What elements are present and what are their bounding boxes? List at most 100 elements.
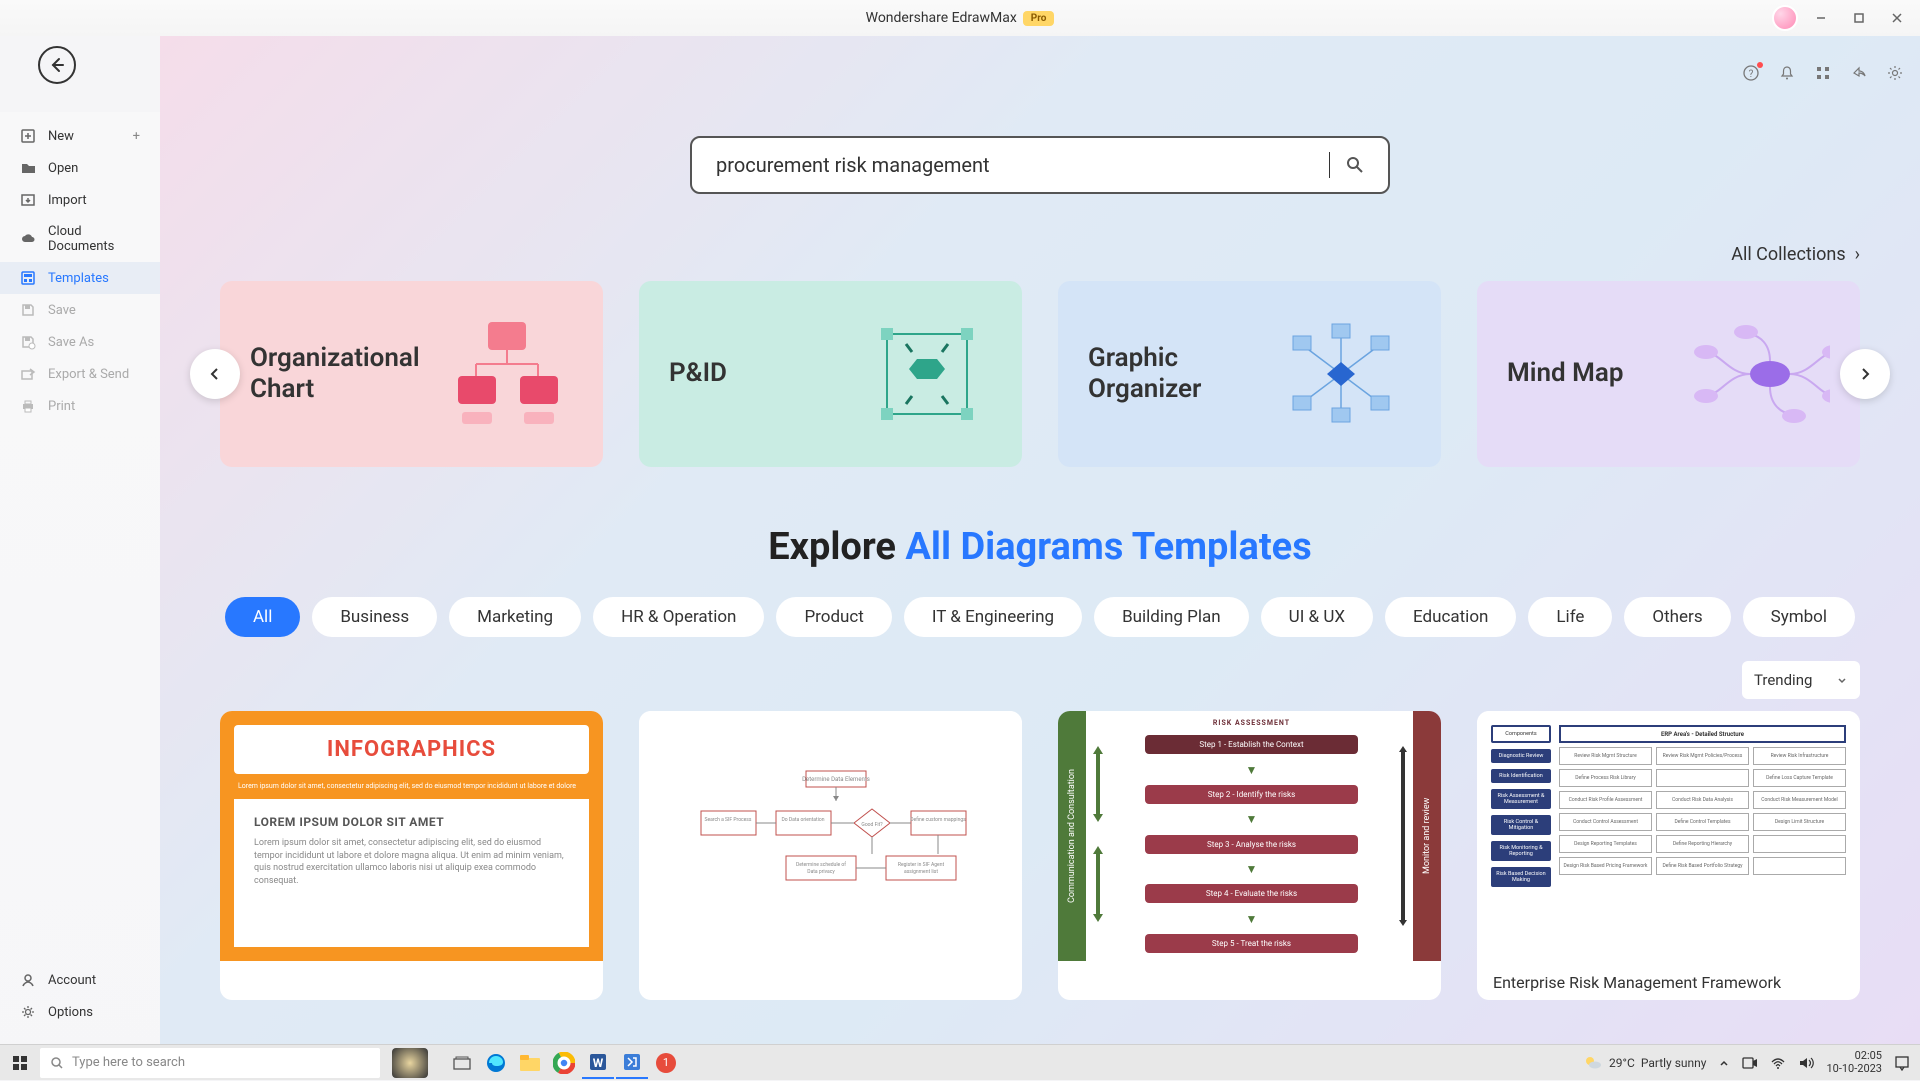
sidebar-item-label: Save <box>48 303 76 318</box>
template-title: Enterprise Risk Management Framework <box>1477 961 1860 1000</box>
category-illustration <box>852 309 992 439</box>
svg-text:Determine Data Elements: Determine Data Elements <box>802 776 870 783</box>
maximize-button[interactable] <box>1844 3 1874 33</box>
category-card-p-id[interactable]: P&ID <box>639 281 1022 467</box>
notification-dot <box>1757 62 1763 68</box>
sort-dropdown[interactable]: Trending <box>1742 661 1860 699</box>
chrome-icon[interactable] <box>548 1047 580 1079</box>
category-prev[interactable] <box>190 349 240 399</box>
sidebar-item-import[interactable]: Import <box>0 184 160 216</box>
avatar[interactable] <box>1772 5 1798 31</box>
sidebar-item-save-as: Save As <box>0 326 160 358</box>
template-icon <box>20 270 36 286</box>
category-next[interactable] <box>1840 349 1890 399</box>
sidebar-item-templates[interactable]: Templates <box>0 262 160 294</box>
plus-square-icon <box>20 128 36 144</box>
filter-chip-product[interactable]: Product <box>776 597 891 637</box>
category-title: Mind Map <box>1507 358 1690 389</box>
save-icon <box>20 302 36 318</box>
sidebar-item-label: Save As <box>48 335 94 350</box>
gear-icon <box>20 1004 36 1020</box>
svg-text:Define custom mappings: Define custom mappings <box>910 816 966 823</box>
filter-chip-hr-operation[interactable]: HR & Operation <box>593 597 764 637</box>
filter-chip-symbol[interactable]: Symbol <box>1743 597 1855 637</box>
filter-chip-others[interactable]: Others <box>1624 597 1730 637</box>
templates-grid: INFOGRAPHICS Lorem ipsum dolor sit amet,… <box>160 711 1920 1000</box>
filter-chip-ui-ux[interactable]: UI & UX <box>1261 597 1373 637</box>
filter-chip-business[interactable]: Business <box>312 597 437 637</box>
sidebar-item-label: Open <box>48 161 78 176</box>
text-cursor <box>1329 152 1330 178</box>
sidebar-item-print: Print <box>0 390 160 422</box>
wifi-icon[interactable] <box>1770 1056 1786 1070</box>
svg-text:Data privacy: Data privacy <box>807 869 835 875</box>
template-card[interactable]: ComponentsDiagnostic ReviewRisk Identifi… <box>1477 711 1860 1000</box>
share-icon[interactable] <box>1850 64 1868 82</box>
sidebar-item-label: New <box>48 129 74 144</box>
task-view-icon[interactable] <box>446 1047 478 1079</box>
sidebar-item-export-send: Export & Send <box>0 358 160 390</box>
filter-chip-life[interactable]: Life <box>1528 597 1612 637</box>
settings-icon[interactable] <box>1886 64 1904 82</box>
start-button[interactable] <box>0 1045 40 1081</box>
pro-badge: Pro <box>1023 11 1055 26</box>
edrawmax-icon[interactable] <box>616 1047 648 1079</box>
filter-chip-building-plan[interactable]: Building Plan <box>1094 597 1249 637</box>
filter-chip-education[interactable]: Education <box>1385 597 1516 637</box>
folder-icon <box>20 160 36 176</box>
clock[interactable]: 02:05 10-10-2023 <box>1826 1050 1882 1074</box>
category-card-organizational-chart[interactable]: OrganizationalChart <box>220 281 603 467</box>
sidebar-item-save: Save <box>0 294 160 326</box>
svg-text:Determine schedule of: Determine schedule of <box>795 861 845 868</box>
explorer-icon[interactable] <box>514 1047 546 1079</box>
apps-icon[interactable] <box>1814 64 1832 82</box>
sidebar-item-account[interactable]: Account <box>0 964 160 996</box>
template-card[interactable]: INFOGRAPHICS Lorem ipsum dolor sit amet,… <box>220 711 603 1000</box>
sidebar-item-cloud-documents[interactable]: Cloud Documents <box>0 216 160 262</box>
template-card[interactable]: Determine Data Elements Search a SIF Pro… <box>639 711 1022 1000</box>
svg-text:Register in SIF Agent: Register in SIF Agent <box>897 862 944 868</box>
app-title: Wondershare EdrawMax <box>866 10 1017 26</box>
close-button[interactable] <box>1882 3 1912 33</box>
print-icon <box>20 398 36 414</box>
weather-widget[interactable]: 29°C Partly sunny <box>1583 1053 1706 1073</box>
explore-heading: Explore All Diagrams Templates <box>160 467 1920 597</box>
help-icon[interactable]: ? <box>1742 64 1760 82</box>
sidebar-item-new[interactable]: New + <box>0 120 160 152</box>
all-collections-link[interactable]: All Collections › <box>1731 244 1860 265</box>
sidebar-item-label: Export & Send <box>48 367 129 382</box>
back-button[interactable] <box>38 46 76 84</box>
top-toolbar: ? <box>1742 64 1904 82</box>
svg-text:?: ? <box>1749 69 1754 80</box>
minimize-button[interactable] <box>1806 3 1836 33</box>
plus-icon[interactable]: + <box>133 129 140 144</box>
category-card-mind-map[interactable]: Mind Map <box>1477 281 1860 467</box>
sidebar-item-open[interactable]: Open <box>0 152 160 184</box>
sidebar-item-label: Print <box>48 399 75 414</box>
volume-icon[interactable] <box>1798 1056 1814 1070</box>
filter-chip-marketing[interactable]: Marketing <box>449 597 581 637</box>
tray-chevron-icon[interactable] <box>1718 1057 1730 1069</box>
sidebar-item-label: Options <box>48 1005 93 1020</box>
svg-text:Search a SIF Process: Search a SIF Process <box>704 817 751 823</box>
category-illustration <box>1690 309 1830 439</box>
search-icon[interactable] <box>1346 156 1364 174</box>
bell-icon[interactable] <box>1778 64 1796 82</box>
word-icon[interactable]: W <box>582 1047 614 1079</box>
edge-icon[interactable] <box>480 1047 512 1079</box>
filter-chip-it-engineering[interactable]: IT & Engineering <box>904 597 1082 637</box>
search-input[interactable] <box>716 153 1329 177</box>
template-card[interactable]: Communication and Consultation RISK ASSE… <box>1058 711 1441 1000</box>
filter-chip-all[interactable]: All <box>225 597 300 637</box>
cortana-icon[interactable] <box>392 1048 428 1078</box>
save-as-icon <box>20 334 36 350</box>
sidebar-item-options[interactable]: Options <box>0 996 160 1028</box>
taskbar-search[interactable]: Type here to search <box>40 1048 380 1078</box>
action-center-icon[interactable] <box>1894 1055 1910 1071</box>
main-content: All Collections › OrganizationalChartP&I… <box>160 36 1920 1044</box>
meet-now-icon[interactable] <box>1742 1056 1758 1070</box>
category-card-graphic-organizer[interactable]: GraphicOrganizer <box>1058 281 1441 467</box>
notif-badge-icon[interactable]: 1 <box>650 1047 682 1079</box>
export-icon <box>20 366 36 382</box>
sidebar-item-label: Import <box>48 193 87 208</box>
